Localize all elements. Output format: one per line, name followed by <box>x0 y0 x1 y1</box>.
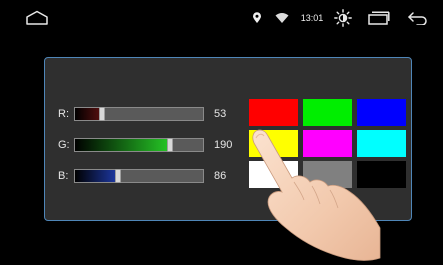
red-slider-fill <box>75 108 102 120</box>
swatch-green[interactable] <box>303 99 352 126</box>
blue-slider-row: B: 86 <box>58 169 248 187</box>
swatch-black[interactable] <box>357 161 406 188</box>
green-slider[interactable] <box>74 138 204 152</box>
swatch-magenta[interactable] <box>303 130 352 157</box>
blue-slider-fill <box>75 170 118 182</box>
screen: 13:01 R: 53 G: 190 B: 86 <box>0 0 443 265</box>
swatch-red[interactable] <box>249 99 298 126</box>
blue-label: B: <box>58 170 69 182</box>
red-label: R: <box>58 108 69 120</box>
location-icon <box>250 0 264 36</box>
status-bar: 13:01 <box>0 0 443 36</box>
brightness-icon[interactable] <box>333 0 353 36</box>
red-value: 53 <box>214 108 227 120</box>
red-slider-thumb[interactable] <box>99 107 105 121</box>
blue-slider-thumb[interactable] <box>115 169 121 183</box>
swatch-gray[interactable] <box>303 161 352 188</box>
green-slider-thumb[interactable] <box>167 138 173 152</box>
blue-slider[interactable] <box>74 169 204 183</box>
swatch-cyan[interactable] <box>357 130 406 157</box>
back-icon[interactable] <box>406 0 430 36</box>
green-slider-row: G: 190 <box>58 138 248 156</box>
home-icon[interactable] <box>24 0 50 36</box>
green-label: G: <box>58 139 70 151</box>
recent-apps-icon[interactable] <box>367 0 391 36</box>
green-value: 190 <box>214 139 233 151</box>
swatch-yellow[interactable] <box>249 130 298 157</box>
swatch-white[interactable] <box>249 161 298 188</box>
red-slider[interactable] <box>74 107 204 121</box>
wifi-icon <box>273 0 291 36</box>
blue-value: 86 <box>214 170 227 182</box>
swatch-blue[interactable] <box>357 99 406 126</box>
clock-time: 13:01 <box>300 13 324 23</box>
green-slider-fill <box>75 139 170 151</box>
red-slider-row: R: 53 <box>58 107 248 125</box>
